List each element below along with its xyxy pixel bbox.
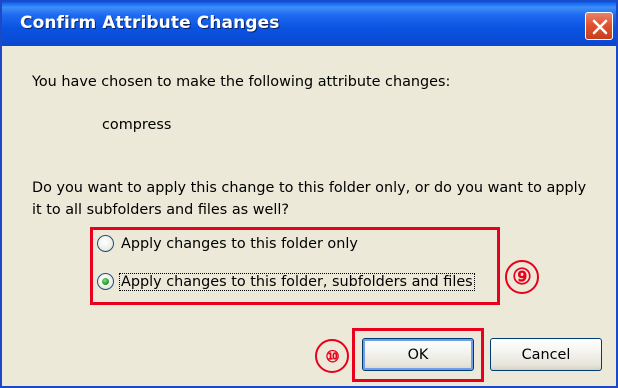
intro-text: You have chosen to make the following at… (32, 74, 451, 90)
cancel-button[interactable]: Cancel (490, 338, 602, 371)
title-bar[interactable]: Confirm Attribute Changes (2, 2, 616, 46)
close-icon (592, 19, 608, 35)
close-button[interactable] (585, 12, 613, 40)
apply-question: Do you want to apply this change to this… (32, 180, 587, 218)
dialog-title: Confirm Attribute Changes (20, 13, 280, 33)
confirm-attribute-changes-dialog: Confirm Attribute Changes You have chose… (0, 0, 618, 388)
annotation-highlight-ok (352, 328, 484, 382)
annotation-marker-10: ⑩ (315, 339, 349, 373)
attribute-change: compress (102, 117, 172, 133)
annotation-highlight-options (90, 227, 500, 305)
annotation-marker-9: ⑨ (505, 260, 539, 294)
